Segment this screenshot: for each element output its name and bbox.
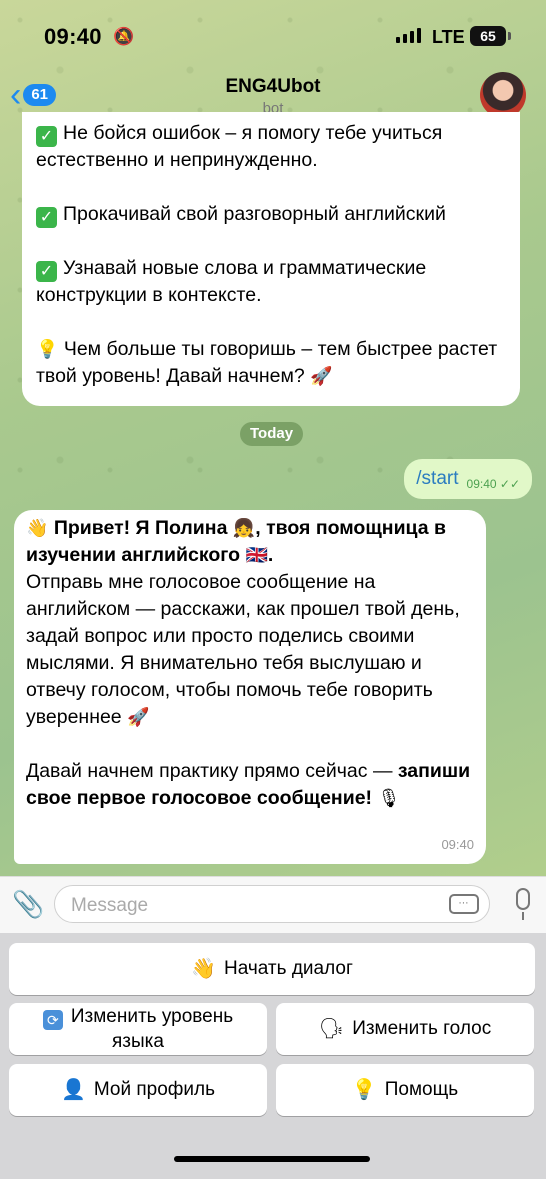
incoming-message-intro[interactable]: ✓ Не бойся ошибок – я помогу тебе учиться… xyxy=(22,112,520,406)
outgoing-message[interactable]: /start 09:40 ✓✓ xyxy=(404,459,532,499)
rocket-icon: 🚀 xyxy=(310,366,333,386)
keyboard-toggle-icon[interactable]: ⋯ xyxy=(449,894,479,914)
studio-microphone-icon: 🎙 xyxy=(377,788,401,808)
light-bulb-icon: 💡 xyxy=(36,339,59,359)
change-level-button[interactable]: ⟳ Изменить уровень языка xyxy=(9,1003,267,1055)
message-paragraph: ✓ Узнавай новые слова и грамматические ко… xyxy=(36,255,506,309)
clock: 09:40 xyxy=(44,24,102,49)
home-indicator[interactable] xyxy=(174,1156,370,1162)
check-mark-button-icon: ✓ xyxy=(36,261,57,282)
light-bulb-icon: 💡 xyxy=(351,1079,377,1101)
message-paragraph: 💡 Чем больше ты говоришь – тем быстрее р… xyxy=(36,336,506,390)
change-voice-button[interactable]: 🗣 Изменить голос xyxy=(276,1003,534,1055)
message-time: 09:40 ✓✓ xyxy=(466,477,520,491)
message-time: 09:40 xyxy=(441,837,474,852)
mute-bell-icon: 🔕 xyxy=(113,27,135,46)
message-text: Не бойся ошибок – я помогу тебе учиться … xyxy=(36,122,443,171)
bot-keyboard: 👋 Начать диалог ⟳ Изменить уровень языка 🗣… xyxy=(0,933,546,1179)
message-text: Прокачивай свой разговорный английский xyxy=(63,203,446,225)
help-button[interactable]: 💡 Помощь xyxy=(276,1064,534,1116)
girl-emoji-icon: 👧 xyxy=(232,518,256,538)
message-input[interactable] xyxy=(69,892,433,920)
user-silhouette-icon: 👤 xyxy=(60,1079,86,1101)
incoming-message-greeting[interactable]: 👋 Привет! Я Полина 👧, твоя помощница в и… xyxy=(14,510,486,864)
double-check-icon: ✓✓ xyxy=(499,477,520,491)
waving-hand-icon: 👋 xyxy=(26,518,49,538)
greeting-bold-text: Привет! Я Полина xyxy=(53,517,228,539)
microphone-icon[interactable] xyxy=(516,888,530,920)
date-separator: Today xyxy=(240,422,304,446)
greeting-line: 👋 Привет! Я Полина 👧, твоя помощница в и… xyxy=(26,517,447,566)
paperclip-icon[interactable]: 📎 xyxy=(12,889,44,920)
message-paragraph: ✓ Прокачивай свой разговорный английский xyxy=(36,201,506,228)
network-type: LTE xyxy=(432,27,465,47)
call-to-action: Давай начнем практику прямо сейчас — зап… xyxy=(26,760,471,809)
chat-title[interactable]: ENG4Ubot xyxy=(0,76,546,98)
message-input-bar: 📎 ⋯ xyxy=(0,876,546,933)
message-body: Отправь мне голосовое сообщение на англи… xyxy=(26,571,460,728)
rocket-icon: 🚀 xyxy=(127,707,150,727)
battery-icon: 65 xyxy=(470,26,511,46)
uk-flag-icon: 🇬🇧 xyxy=(245,545,268,565)
status-bar: 09:40 🔕 LTE 65 xyxy=(0,0,546,70)
check-mark-button-icon: ✓ xyxy=(36,207,57,228)
message-text: Чем больше ты говоришь – тем быстрее рас… xyxy=(36,338,498,387)
start-dialog-button[interactable]: 👋 Начать диалог xyxy=(9,943,535,995)
my-profile-button[interactable]: 👤 Мой профиль xyxy=(9,1064,267,1116)
message-text: Узнавай новые слова и грамматические кон… xyxy=(36,257,427,306)
message-field[interactable]: ⋯ xyxy=(54,885,490,923)
waving-hand-icon: 👋 xyxy=(191,958,217,980)
cell-signal-icon xyxy=(396,28,421,43)
message-paragraph: ✓ Не бойся ошибок – я помогу тебе учиться… xyxy=(36,120,506,174)
sync-arrows-icon: ⟳ xyxy=(42,1009,63,1030)
command-link[interactable]: /start xyxy=(416,468,458,490)
check-mark-button-icon: ✓ xyxy=(36,126,57,147)
speaking-head-icon: 🗣 xyxy=(318,1018,345,1040)
